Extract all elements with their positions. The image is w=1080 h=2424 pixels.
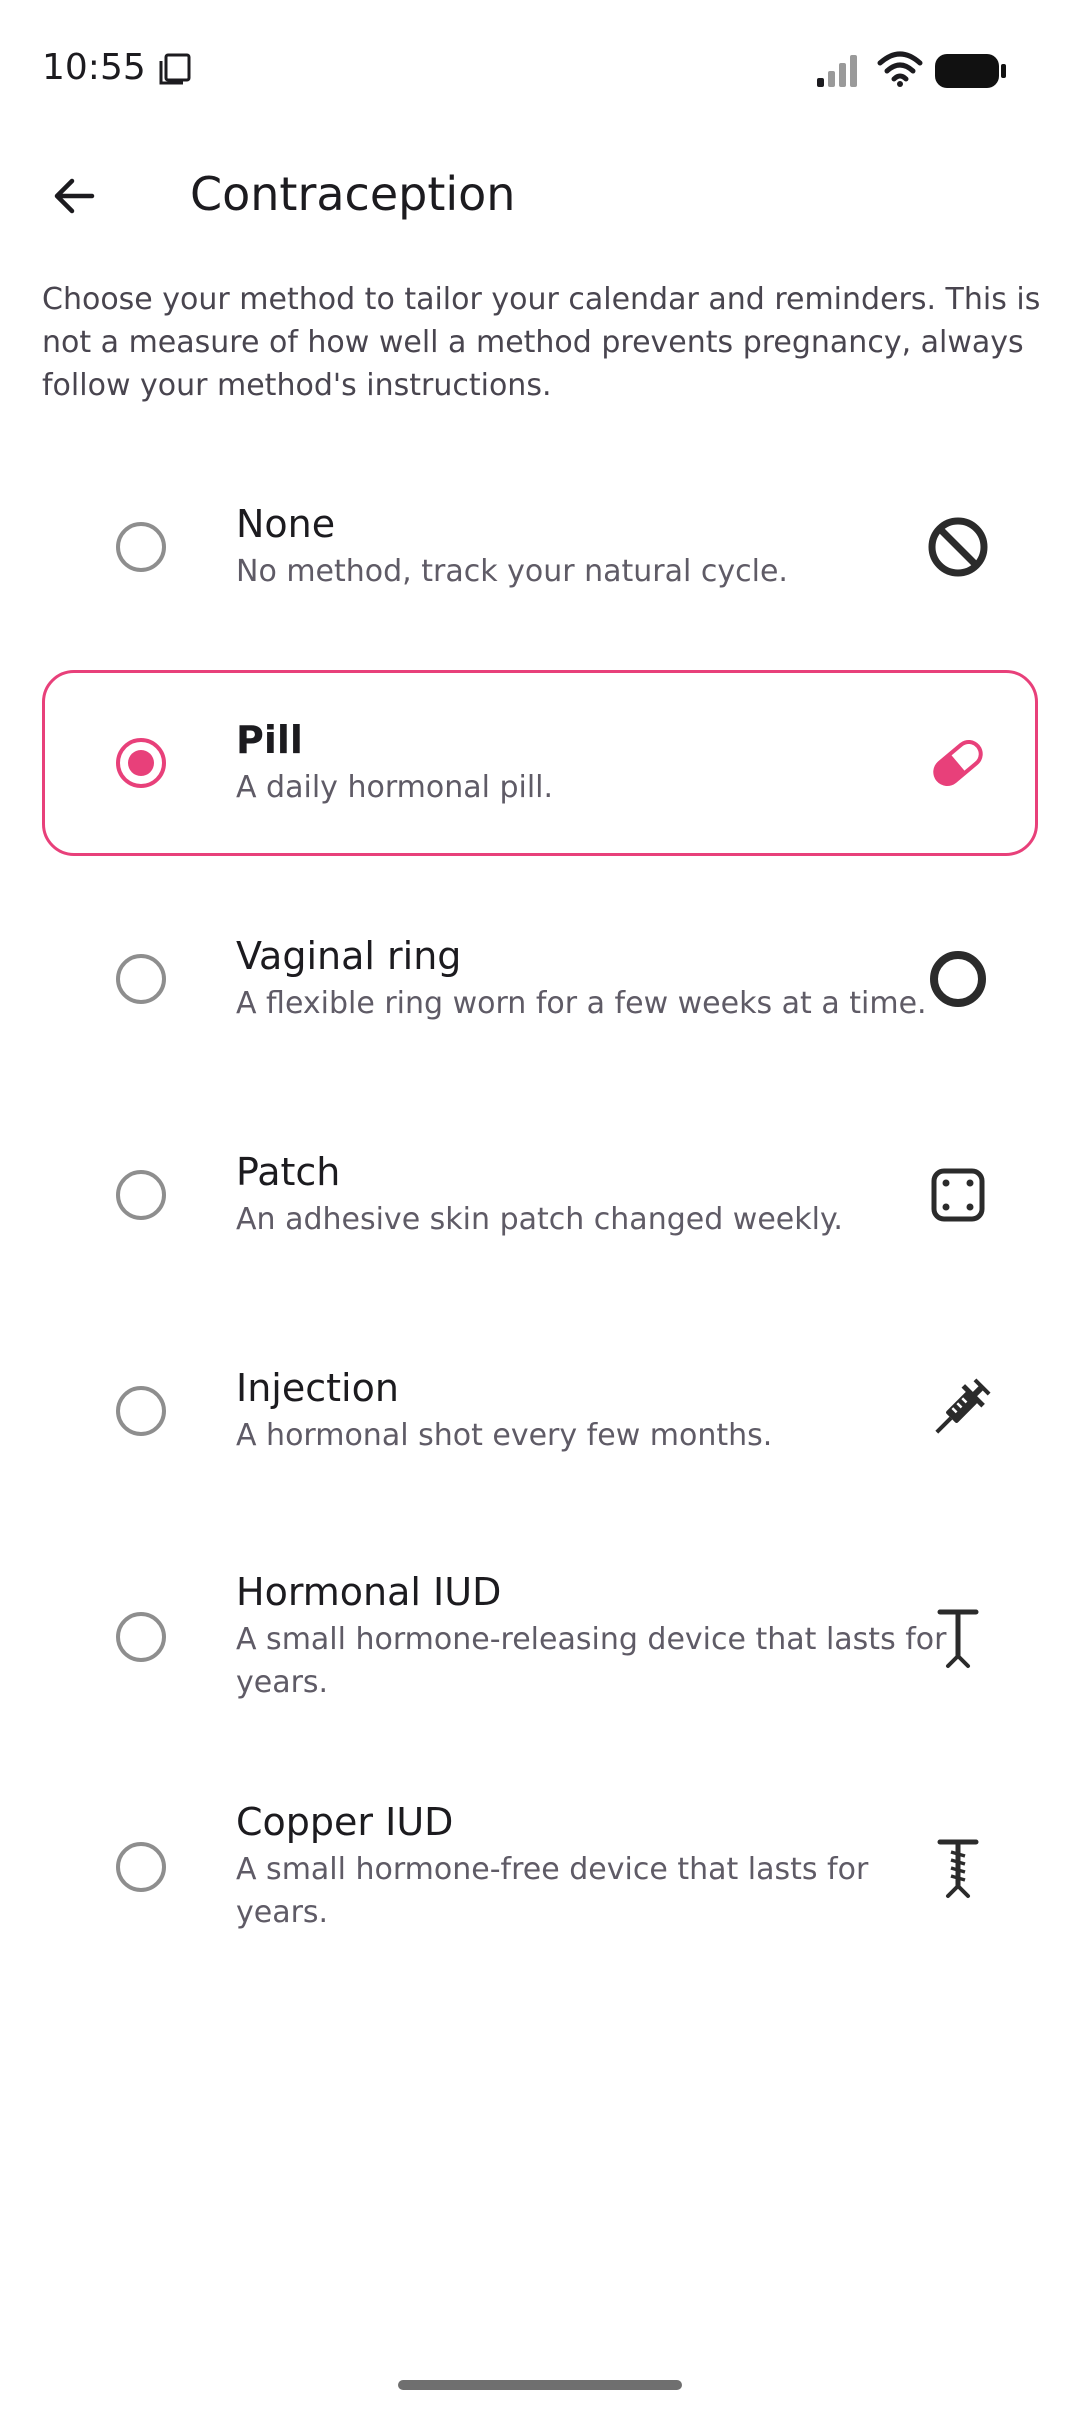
radio-button[interactable]: [116, 1842, 166, 1892]
battery-icon: [935, 54, 1006, 88]
option-title: None: [236, 502, 336, 546]
arrow-back-icon: [54, 178, 95, 214]
patch-icon: [931, 1168, 985, 1222]
radio-dot: [128, 750, 154, 776]
syringe-icon: [935, 1378, 991, 1434]
status-time: 10:55: [42, 47, 146, 88]
option-description: A small hormone-releasing device that la…: [236, 1622, 947, 1700]
option-description: An adhesive skin patch changed weekly.: [236, 1202, 843, 1237]
option-vaginal-ring[interactable]: Vaginal ring A flexible ring worn for a …: [42, 886, 1038, 1072]
page-title: Contraception: [190, 167, 516, 221]
option-hormonal-iud[interactable]: Hormonal IUD A small hormone-releasing d…: [42, 1534, 1038, 1720]
option-description: No method, track your natural cycle.: [236, 554, 788, 589]
option-description: A small hormone-free device that lasts f…: [236, 1852, 869, 1930]
option-none[interactable]: None No method, track your natural cycle…: [42, 454, 1038, 640]
radio-button[interactable]: [116, 1170, 166, 1220]
option-title: Copper IUD: [236, 1800, 454, 1844]
option-description: A daily hormonal pill.: [236, 770, 554, 805]
back-button[interactable]: [38, 160, 110, 232]
radio-button[interactable]: [116, 1386, 166, 1436]
option-description: A hormonal shot every few months.: [236, 1418, 773, 1453]
sim-card-icon: [159, 53, 191, 85]
ring-icon: [930, 951, 986, 1007]
option-copper-iud[interactable]: Copper IUD A small hormone-free device t…: [42, 1764, 1038, 1950]
radio-button-selected[interactable]: [116, 738, 166, 788]
option-title: Pill: [236, 718, 303, 762]
option-title: Hormonal IUD: [236, 1570, 502, 1614]
no-method-icon: [928, 517, 988, 577]
option-title: Patch: [236, 1150, 341, 1194]
option-pill[interactable]: Pill A daily hormonal pill.: [42, 670, 1038, 856]
signal-icon: [817, 55, 857, 87]
wifi-icon: [877, 51, 923, 87]
option-patch[interactable]: Patch An adhesive skin patch changed wee…: [42, 1102, 1038, 1288]
radio-button[interactable]: [116, 954, 166, 1004]
hormonal-iud-icon: [937, 1609, 979, 1668]
option-description: A flexible ring worn for a few weeks at …: [236, 986, 927, 1021]
option-title: Injection: [236, 1366, 399, 1410]
pill-icon: [933, 740, 983, 786]
copper-iud-icon: [937, 1839, 979, 1898]
intro-text: Choose your method to tailor your calend…: [42, 282, 1041, 403]
status-bar: 10:55: [0, 0, 1080, 140]
option-injection[interactable]: Injection A hormonal shot every few mont…: [42, 1318, 1038, 1504]
radio-button[interactable]: [116, 1612, 166, 1662]
radio-button[interactable]: [116, 522, 166, 572]
home-indicator[interactable]: [398, 2380, 682, 2390]
option-title: Vaginal ring: [236, 934, 462, 978]
